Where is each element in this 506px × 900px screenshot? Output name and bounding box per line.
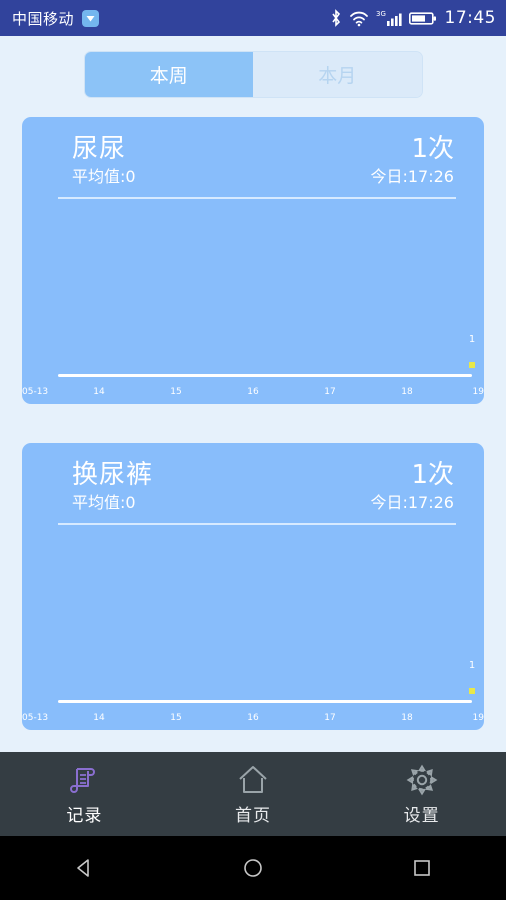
chart-x-tick: 17: [324, 387, 336, 397]
nav-label-settings: 设置: [403, 805, 440, 826]
chart-point-label: 1: [468, 334, 476, 345]
android-navigation-bar: [0, 836, 506, 900]
stat-card-pee[interactable]: 尿尿 平均值:0 1次 今日:17:26 1 05-13 14 15 16 17 18 19: [22, 117, 484, 404]
tab-this-month[interactable]: 本月: [253, 52, 422, 97]
chart-x-tick: 16: [247, 387, 259, 397]
nav-item-records[interactable]: 记录: [0, 752, 169, 836]
wifi-icon: [349, 10, 369, 27]
chart-x-tick: 18: [401, 387, 413, 397]
card-divider: [58, 197, 456, 199]
nav-item-settings[interactable]: 设置: [337, 752, 506, 836]
chart-x-tick: 19: [472, 387, 484, 397]
chart-data-point: [469, 688, 475, 694]
chart-x-tick: 14: [93, 387, 105, 397]
android-home-button[interactable]: [223, 855, 283, 881]
chart-x-tick: 19: [472, 713, 484, 723]
bottom-navigation: 记录 首页 设置: [0, 752, 506, 836]
card-average-label: 平均值:0: [72, 167, 136, 186]
card-title: 尿尿: [72, 134, 127, 164]
svg-text:3G: 3G: [376, 10, 386, 18]
chart-x-tick: 17: [324, 713, 336, 723]
nav-label-records: 记录: [66, 805, 103, 826]
period-segmented-control[interactable]: 本周 本月: [83, 51, 423, 98]
carrier-label: 中国移动: [12, 9, 75, 28]
chart-x-tick: 05-13: [22, 713, 49, 723]
chart-point-label: 1: [468, 660, 476, 671]
back-triangle-icon: [71, 855, 97, 881]
chart-plot-area: 1: [58, 214, 476, 377]
scroll-record-icon: [67, 763, 101, 797]
chart-x-tick: 16: [247, 713, 259, 723]
chart-x-tick: 15: [170, 713, 182, 723]
tab-this-week[interactable]: 本周: [84, 52, 253, 97]
recents-square-icon: [409, 855, 435, 881]
gear-icon: [405, 763, 439, 797]
chart-x-tick: 15: [170, 387, 182, 397]
app-badge-icon: [82, 9, 100, 27]
card-title: 换尿裤: [72, 460, 154, 490]
chart-x-tick: 14: [93, 713, 105, 723]
battery-icon: [408, 11, 437, 26]
period-toggle-wrapper: 本周 本月: [0, 36, 506, 98]
chart-pee: 1 05-13 14 15 16 17 18 19: [22, 214, 484, 404]
chart-x-tick: 05-13: [22, 387, 49, 397]
signal-bars-icon: 3G: [376, 9, 402, 28]
chart-axis-line: [58, 700, 472, 703]
chart-x-tick: 18: [401, 713, 413, 723]
chart-data-point: [469, 362, 475, 368]
card-today-time: 今日:17:26: [370, 167, 454, 186]
chart-axis-line: [58, 374, 472, 377]
card-today-time: 今日:17:26: [370, 493, 454, 512]
card-average-label: 平均值:0: [72, 493, 136, 512]
card-header: 尿尿 平均值:0 1次 今日:17:26: [22, 117, 484, 199]
status-clock: 17:45: [444, 8, 496, 28]
nav-label-home: 首页: [235, 805, 271, 826]
card-divider: [58, 523, 456, 525]
home-circle-icon: [240, 855, 266, 881]
nav-item-home[interactable]: 首页: [169, 752, 338, 836]
status-icons: 3G: [330, 8, 437, 28]
android-recents-button[interactable]: [392, 855, 452, 881]
bluetooth-icon: [330, 8, 342, 28]
android-back-button[interactable]: [54, 855, 114, 881]
stat-card-diaper[interactable]: 换尿裤 平均值:0 1次 今日:17:26 1 05-13 14 15 16 17 18 1…: [22, 443, 484, 730]
card-header: 换尿裤 平均值:0 1次 今日:17:26: [22, 443, 484, 525]
status-bar: 中国移动 3G 17:45: [0, 0, 506, 36]
card-count: 1次: [411, 134, 454, 164]
card-count: 1次: [411, 460, 454, 490]
chart-plot-area: 1: [58, 540, 476, 703]
chart-diaper: 1 05-13 14 15 16 17 18 19: [22, 540, 484, 730]
home-icon: [236, 763, 270, 797]
